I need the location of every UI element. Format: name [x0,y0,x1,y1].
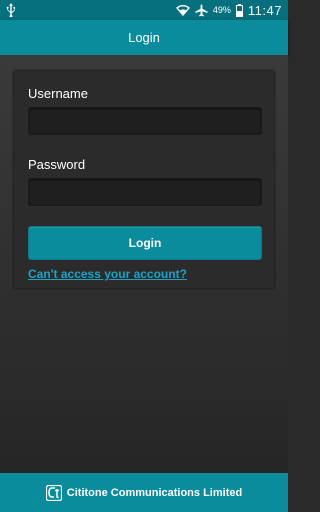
cititone-logo-icon [45,484,62,501]
password-label: Password [28,157,86,172]
login-card: Username Password Login Can't access you… [13,70,275,289]
app-bar: Login [0,20,288,55]
battery-icon [235,3,243,17]
footer: Cititone Communications Limited [0,473,288,512]
usb-icon [6,3,15,17]
clock: 11:47 [247,2,282,18]
cant-access-account-link[interactable]: Can't access your account? [28,267,187,281]
status-bar: 49% 11:47 [0,0,288,20]
username-label: Username [28,86,88,101]
wifi-icon [175,5,190,16]
page-title: Login [128,30,160,45]
username-field[interactable] [28,107,262,135]
company-name: Cititone Communications Limited [66,486,243,499]
password-field[interactable] [28,178,262,206]
airplane-mode-icon [195,4,208,16]
status-icons: 49% 11:47 [175,0,282,20]
login-button[interactable]: Login [28,226,262,260]
battery-percent: 49% [212,5,231,15]
